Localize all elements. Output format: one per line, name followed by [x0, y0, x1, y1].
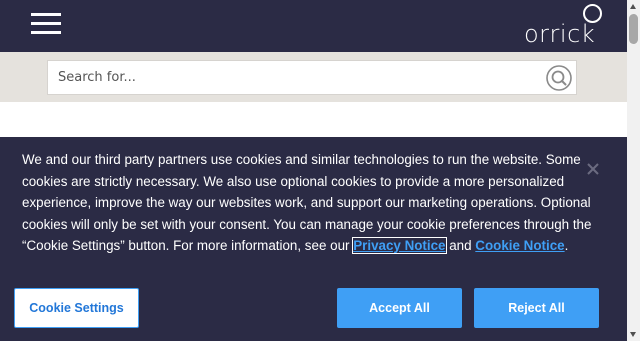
orrick-logo[interactable]: orrick [522, 4, 606, 50]
reject-all-button[interactable]: Reject All [474, 288, 599, 328]
hamburger-menu-icon[interactable] [31, 13, 61, 35]
cookie-notice-link[interactable]: Cookie Notice [475, 238, 564, 253]
close-icon[interactable] [585, 161, 601, 177]
search-bar-area [0, 52, 627, 102]
cookie-consent-banner: We and our third party partners use cook… [0, 137, 627, 341]
search-box [47, 60, 577, 95]
page-content [0, 102, 627, 137]
scrollbar-thumb[interactable] [629, 14, 638, 44]
and-text: and [445, 238, 476, 253]
site-header: orrick [0, 0, 627, 52]
cookie-message: We and our third party partners use cook… [22, 149, 602, 257]
cookie-settings-button[interactable]: Cookie Settings [14, 288, 139, 328]
scroll-up-arrow-icon[interactable] [630, 4, 636, 9]
vertical-scrollbar[interactable] [627, 0, 640, 341]
scroll-down-arrow-icon[interactable] [630, 332, 636, 337]
search-input[interactable] [48, 61, 548, 94]
accept-all-button[interactable]: Accept All [337, 288, 462, 328]
end-period: . [564, 238, 569, 253]
search-icon[interactable] [546, 65, 572, 91]
privacy-notice-link[interactable]: Privacy Notice [352, 237, 447, 254]
logo-text: orrick [524, 20, 596, 48]
